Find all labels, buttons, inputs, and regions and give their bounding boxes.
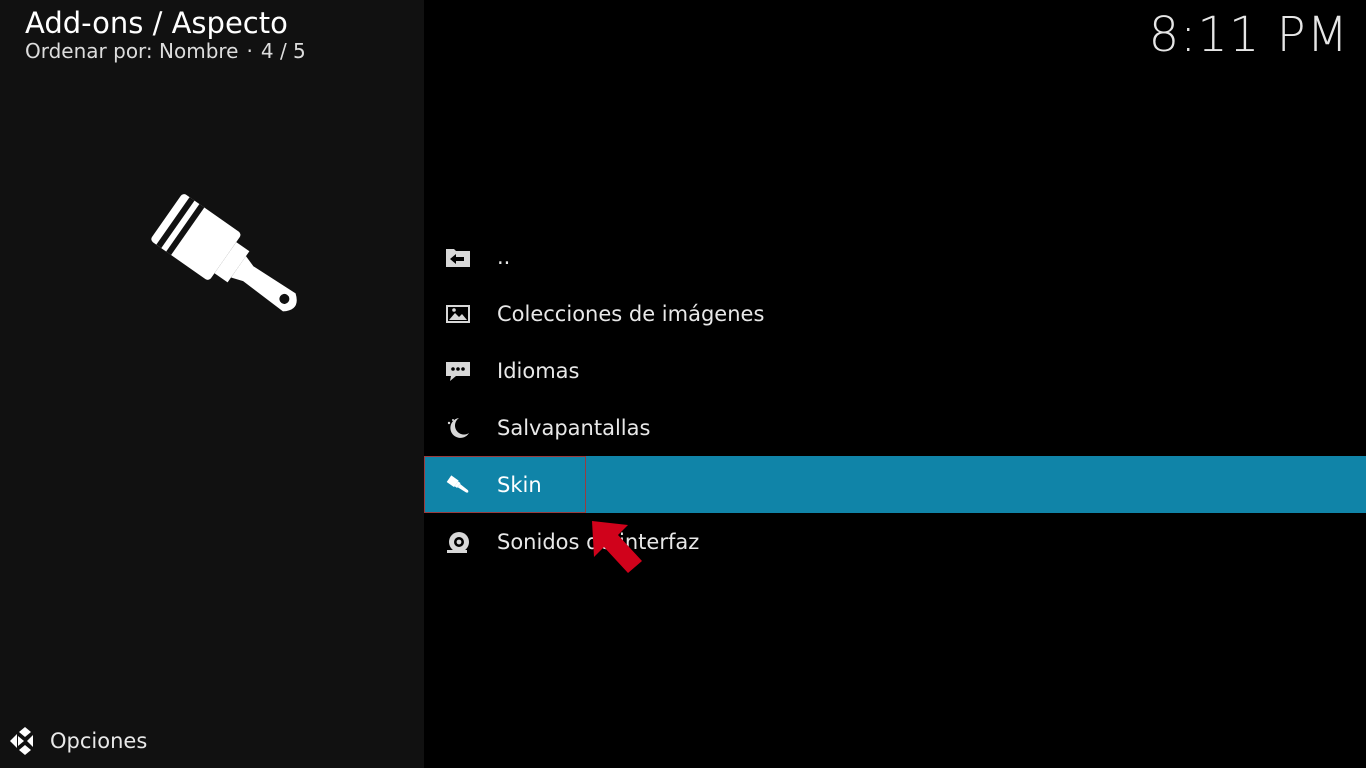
item-position: 4 / 5	[260, 39, 306, 63]
back-folder-icon	[446, 248, 470, 267]
list-item-parent[interactable]: ..	[424, 228, 1366, 285]
separator: ·	[246, 39, 253, 63]
list-item-screensavers[interactable]: Salvapantallas	[424, 399, 1366, 456]
list-item-label: Skin	[497, 472, 542, 497]
sort-info: Ordenar por: Nombre · 4 / 5	[25, 39, 306, 63]
sort-label: Ordenar por: Nombre	[25, 39, 239, 63]
page-title: Add-ons / Aspecto	[25, 6, 288, 40]
list-item-label: ..	[497, 244, 511, 269]
paintbrush-icon	[151, 194, 297, 312]
list-item-languages[interactable]: Idiomas	[424, 342, 1366, 399]
clock: 8:11 PM	[1148, 7, 1349, 63]
list-item-image-collections[interactable]: Colecciones de imágenes	[424, 285, 1366, 342]
kodi-addons-window: Add-ons / Aspecto Ordenar por: Nombre · 4 …	[0, 0, 1366, 768]
image-icon	[446, 304, 470, 323]
speaker-icon	[447, 531, 469, 553]
speech-bubble-icon	[446, 361, 470, 381]
addon-category-list: .. Colecciones de imágenes Idiomas Salva…	[424, 228, 1366, 570]
list-item-skin[interactable]: Skin	[424, 456, 1366, 513]
paintbrush-icon	[446, 474, 469, 493]
header: Add-ons / Aspecto Ordenar por: Nombre · 4 …	[25, 6, 306, 63]
options-button[interactable]: Opciones	[8, 724, 147, 758]
kodi-options-icon	[10, 727, 33, 755]
list-item-label: Salvapantallas	[497, 415, 651, 440]
list-item-label: Colecciones de imágenes	[497, 301, 765, 326]
annotation-arrow	[592, 521, 642, 573]
list-item-label: Idiomas	[497, 358, 580, 383]
options-label: Opciones	[50, 729, 148, 753]
info-panel: Add-ons / Aspecto Ordenar por: Nombre · 4 …	[0, 0, 424, 768]
moon-icon	[447, 417, 469, 438]
list-item-interface-sounds[interactable]: Sonidos de interfaz	[424, 513, 1366, 570]
